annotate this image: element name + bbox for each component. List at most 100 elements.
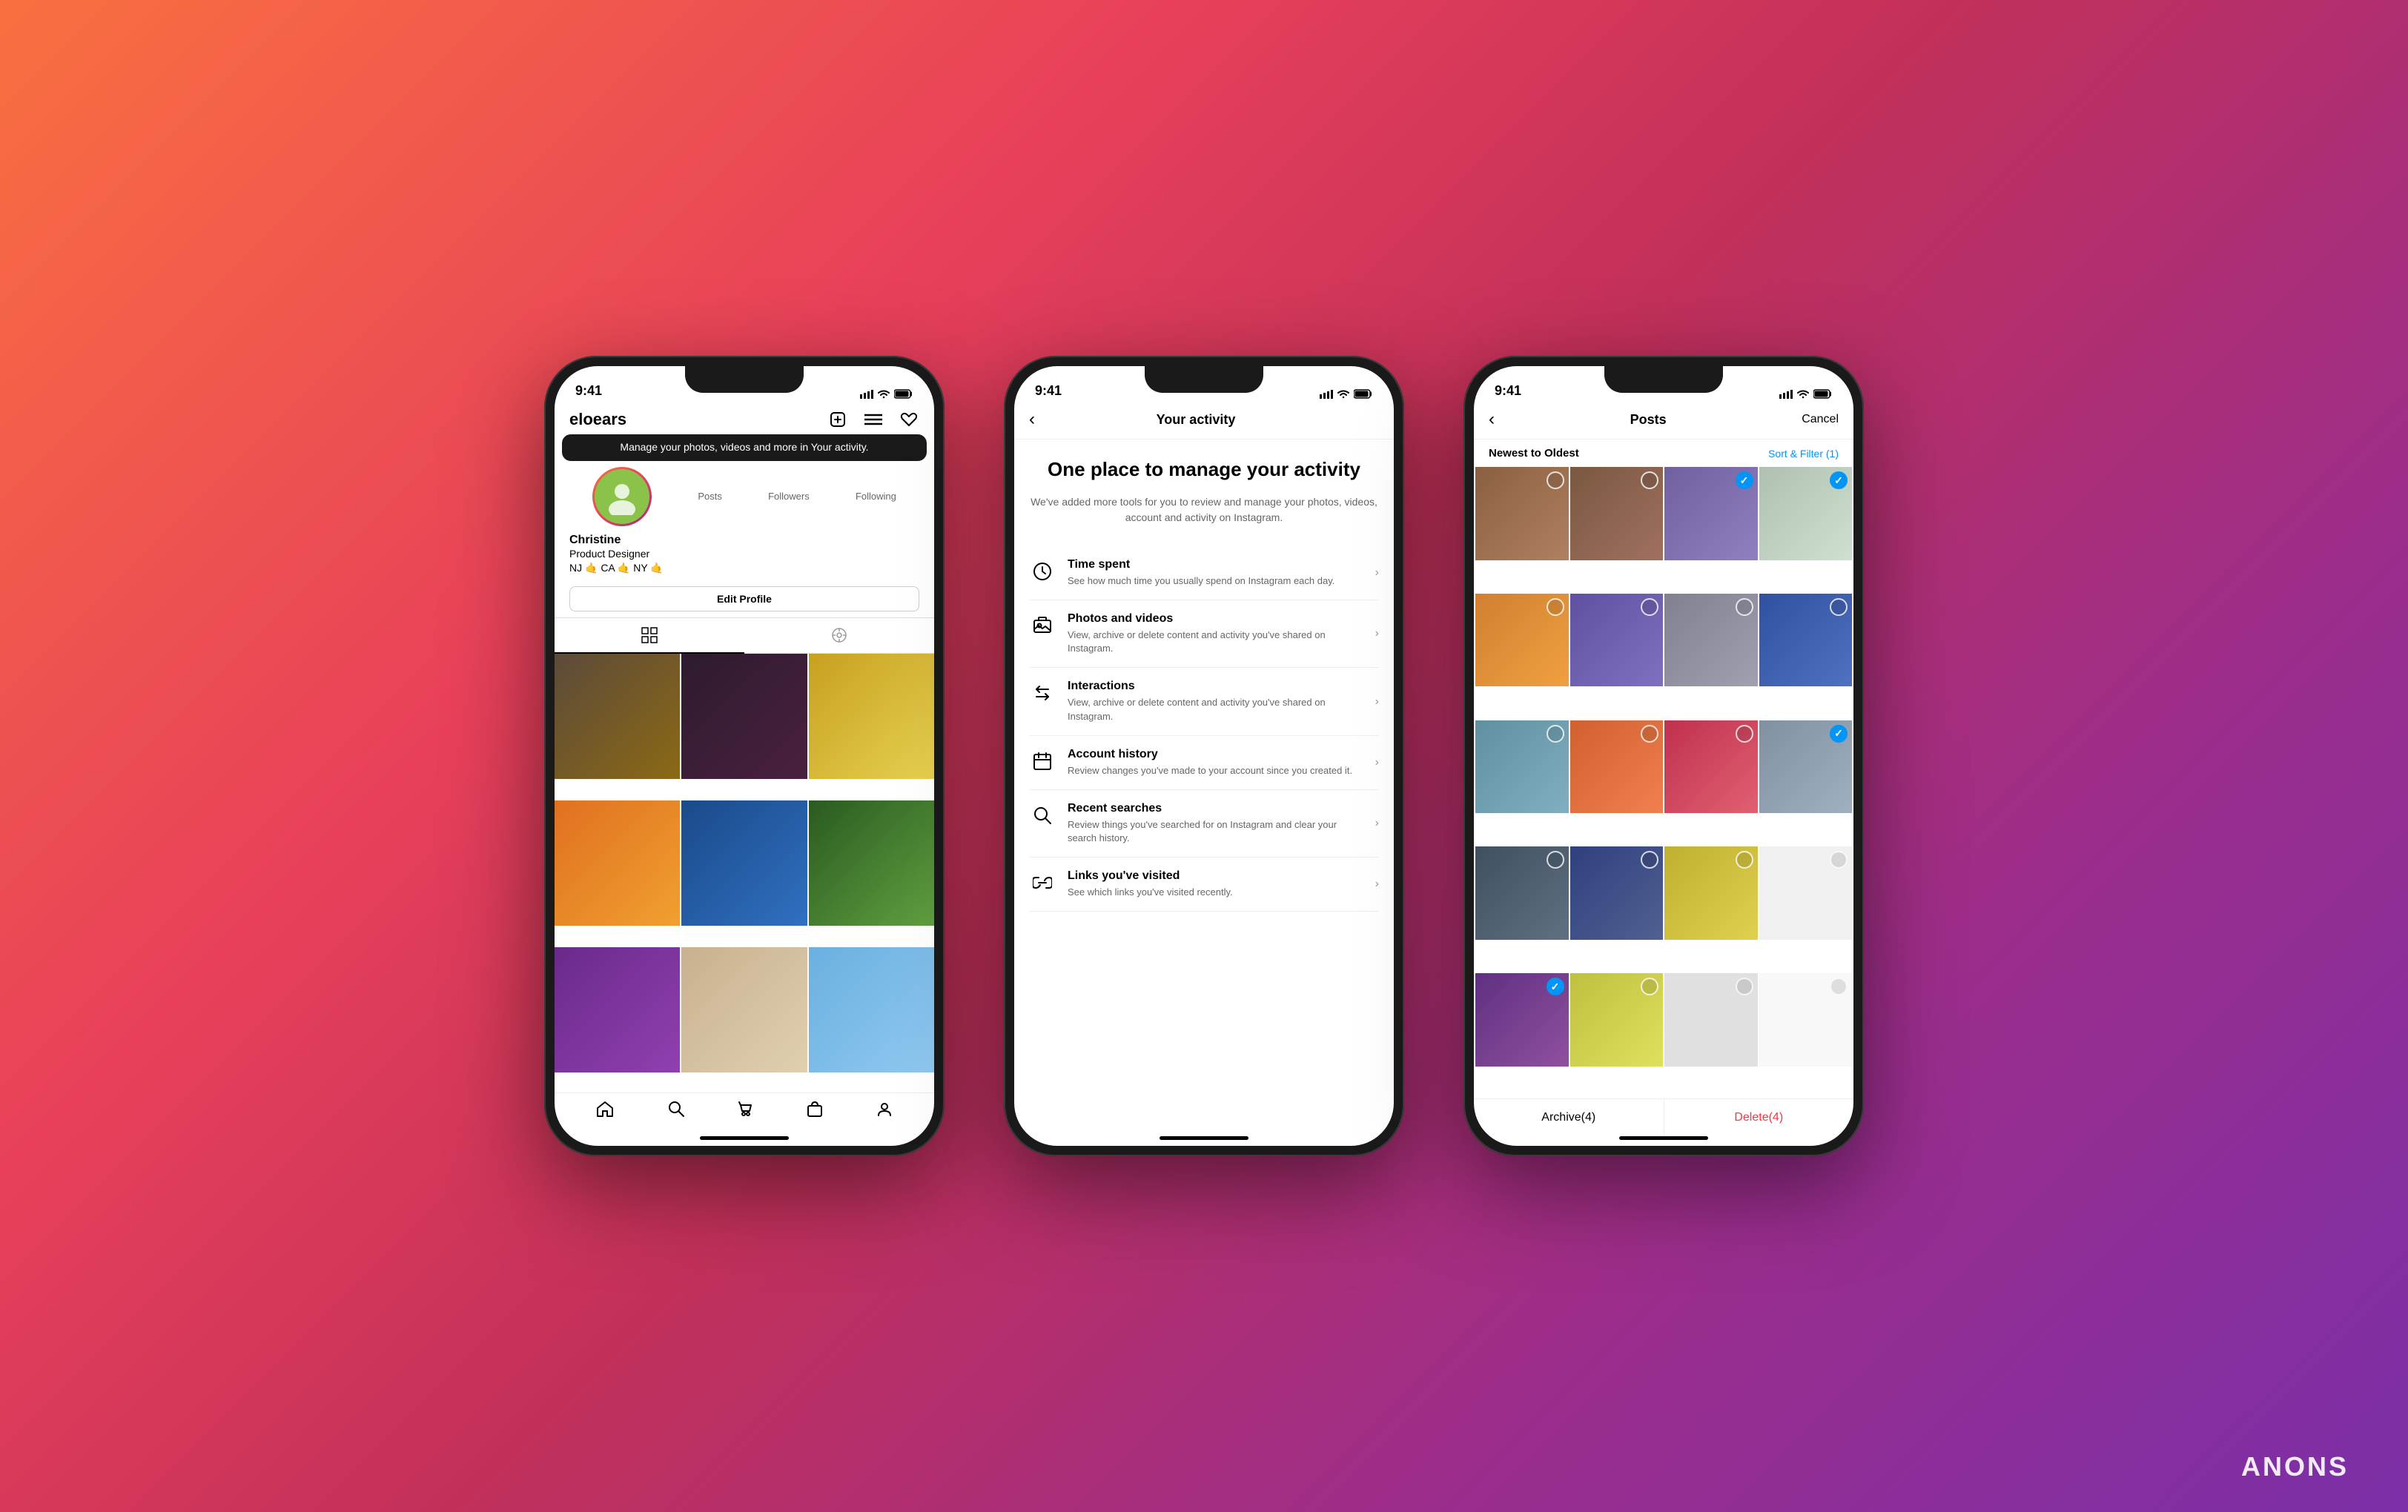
posts-cell-2[interactable] xyxy=(1570,467,1664,560)
stat-posts[interactable]: Posts xyxy=(698,491,722,502)
account-history-arrow: › xyxy=(1375,756,1379,769)
posts-filter-row: Newest to Oldest Sort & Filter (1) xyxy=(1474,440,1853,467)
posts-cell-5[interactable] xyxy=(1475,594,1569,687)
posts-cell-1[interactable] xyxy=(1475,467,1569,560)
posts-cell-6[interactable] xyxy=(1570,594,1664,687)
heart-icon[interactable] xyxy=(899,409,919,430)
posts-cancel-button[interactable]: Cancel xyxy=(1802,413,1839,426)
posts-cell-15[interactable] xyxy=(1664,846,1758,940)
interactions-icon xyxy=(1029,680,1056,706)
select-circle-9 xyxy=(1547,725,1564,743)
activity-title: Your activity xyxy=(1157,412,1236,428)
posts-cell-9[interactable] xyxy=(1475,720,1569,814)
search-history-icon xyxy=(1029,802,1056,829)
recent-searches-arrow: › xyxy=(1375,817,1379,830)
archive-button[interactable]: Archive(4) xyxy=(1474,1099,1664,1136)
select-circle-19 xyxy=(1736,978,1753,995)
tab-grid[interactable] xyxy=(555,618,744,654)
selected-check-12: ✓ xyxy=(1830,725,1848,743)
photo-cell-5[interactable] xyxy=(681,800,807,926)
select-circle-11 xyxy=(1736,725,1753,743)
activity-interactions[interactable]: Interactions View, archive or delete con… xyxy=(1029,668,1379,735)
activity-page-header: ‹ Your activity xyxy=(1014,403,1394,440)
photo-cell-3[interactable] xyxy=(809,654,934,779)
photo-cell-2[interactable] xyxy=(681,654,807,779)
nav-search[interactable] xyxy=(668,1101,684,1121)
nav-home[interactable] xyxy=(596,1101,614,1121)
back-button-2[interactable]: ‹ xyxy=(1029,409,1035,430)
photo-cell-1[interactable] xyxy=(555,654,680,779)
photo-cell-7[interactable] xyxy=(555,947,680,1072)
watermark: ANONS xyxy=(2241,1451,2349,1482)
posts-cell-7[interactable] xyxy=(1664,594,1758,687)
signal-icon-2 xyxy=(1320,390,1333,399)
activity-links-visited[interactable]: Links you've visited See which links you… xyxy=(1029,858,1379,912)
activity-photos-videos[interactable]: Photos and videos View, archive or delet… xyxy=(1029,600,1379,668)
activity-account-history[interactable]: Account history Review changes you've ma… xyxy=(1029,736,1379,790)
status-icons-2 xyxy=(1320,389,1373,399)
activity-recent-searches[interactable]: Recent searches Review things you've sea… xyxy=(1029,790,1379,858)
posts-cell-4[interactable]: ✓ xyxy=(1759,467,1853,560)
calendar-icon xyxy=(1029,748,1056,775)
selected-check-4: ✓ xyxy=(1830,471,1848,489)
delete-button[interactable]: Delete(4) xyxy=(1664,1099,1854,1136)
profile-bio: Product Designer xyxy=(569,547,919,562)
menu-icon[interactable] xyxy=(863,409,884,430)
back-button-3[interactable]: ‹ xyxy=(1489,409,1495,430)
photo-cell-8[interactable] xyxy=(681,947,807,1072)
photo-grid xyxy=(555,654,934,1092)
account-history-desc: Review changes you've made to your accou… xyxy=(1068,764,1363,777)
photo-cell-9[interactable] xyxy=(809,947,934,1072)
posts-page-header: ‹ Posts Cancel xyxy=(1474,403,1853,440)
posts-cell-3[interactable]: ✓ xyxy=(1664,467,1758,560)
select-circle-2 xyxy=(1641,471,1658,489)
photo-cell-6[interactable] xyxy=(809,800,934,926)
nav-bag[interactable] xyxy=(807,1101,822,1121)
posts-cell-20[interactable] xyxy=(1759,973,1853,1067)
posts-cell-16[interactable] xyxy=(1759,846,1853,940)
posts-cell-8[interactable] xyxy=(1759,594,1853,687)
home-indicator-3 xyxy=(1619,1136,1708,1140)
links-visited-desc: See which links you've visited recently. xyxy=(1068,886,1363,899)
time-icon xyxy=(1029,558,1056,585)
sort-filter-button[interactable]: Sort & Filter (1) xyxy=(1768,448,1839,460)
phone-1: 9:41 eloears xyxy=(544,356,945,1156)
posts-cell-19[interactable] xyxy=(1664,973,1758,1067)
select-circle-14 xyxy=(1641,851,1658,869)
posts-cell-14[interactable] xyxy=(1570,846,1664,940)
edit-profile-button[interactable]: Edit Profile xyxy=(569,586,919,611)
posts-cell-18[interactable] xyxy=(1570,973,1664,1067)
signal-icon-3 xyxy=(1779,390,1793,399)
photos-icon xyxy=(1029,612,1056,639)
add-icon[interactable] xyxy=(827,409,848,430)
posts-cell-12[interactable]: ✓ xyxy=(1759,720,1853,814)
select-circle-15 xyxy=(1736,851,1753,869)
posts-cell-10[interactable] xyxy=(1570,720,1664,814)
wifi-icon-2 xyxy=(1337,390,1349,399)
posts-cell-13[interactable] xyxy=(1475,846,1569,940)
status-time-3: 9:41 xyxy=(1495,383,1521,399)
nav-profile[interactable] xyxy=(876,1101,893,1121)
status-icons-1 xyxy=(860,389,913,399)
photo-cell-4[interactable] xyxy=(555,800,680,926)
select-circle-1 xyxy=(1547,471,1564,489)
stat-followers[interactable]: Followers xyxy=(768,491,810,502)
stat-following[interactable]: Following xyxy=(856,491,896,502)
posts-sort-label: Newest to Oldest xyxy=(1489,447,1579,460)
profile-name: Christine xyxy=(569,534,919,547)
posts-title: Posts xyxy=(1630,412,1667,428)
posts-cell-17[interactable]: ✓ xyxy=(1475,973,1569,1067)
interactions-desc: View, archive or delete content and acti… xyxy=(1068,696,1363,723)
profile-header: eloears xyxy=(555,403,934,434)
tab-tagged[interactable] xyxy=(744,618,934,653)
activity-time-spent[interactable]: Time spent See how much time you usually… xyxy=(1029,546,1379,600)
profile-username: eloears xyxy=(569,410,626,429)
photos-videos-title: Photos and videos xyxy=(1068,612,1363,626)
recent-searches-title: Recent searches xyxy=(1068,802,1363,815)
battery-icon xyxy=(894,389,913,399)
battery-icon-2 xyxy=(1354,389,1373,399)
nav-store[interactable] xyxy=(738,1101,754,1121)
select-circle-6 xyxy=(1641,598,1658,616)
posts-cell-11[interactable] xyxy=(1664,720,1758,814)
notch-2 xyxy=(1145,366,1263,393)
